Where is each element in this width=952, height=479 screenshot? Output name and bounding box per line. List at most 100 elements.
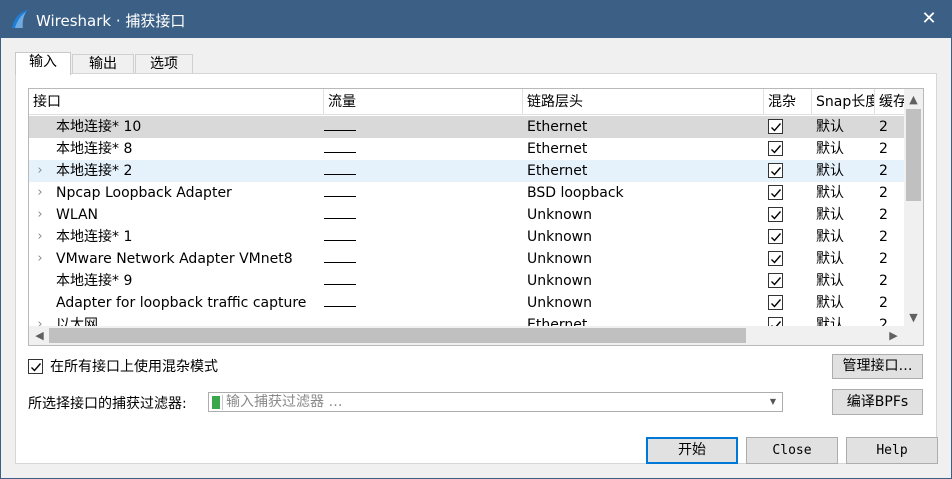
promiscuous-all-checkbox[interactable] bbox=[28, 359, 43, 374]
compile-bpfs-button[interactable]: 编译BPFs bbox=[832, 389, 923, 415]
checkmark-icon bbox=[771, 211, 782, 220]
traffic-sparkline bbox=[324, 240, 356, 241]
close-icon[interactable]: ✕ bbox=[906, 0, 952, 38]
promiscuous-checkbox[interactable] bbox=[768, 119, 783, 134]
interface-name: WLAN bbox=[56, 207, 99, 223]
buffer-value: 2 bbox=[879, 185, 888, 201]
checkmark-icon bbox=[771, 233, 782, 242]
link-layer-header: Ethernet bbox=[527, 119, 588, 135]
scroll-left-icon[interactable]: ◀ bbox=[31, 326, 48, 345]
capture-filter-label: 所选择接口的捕获过滤器: bbox=[28, 396, 187, 412]
promiscuous-checkbox[interactable] bbox=[768, 229, 783, 244]
link-layer-header: Unknown bbox=[527, 229, 592, 245]
start-button[interactable]: 开始 bbox=[646, 437, 738, 464]
checkmark-icon bbox=[771, 299, 782, 308]
link-layer-header: BSD loopback bbox=[527, 185, 624, 201]
checkmark-icon bbox=[31, 363, 42, 372]
snaplen-value: 默认 bbox=[816, 207, 844, 223]
input-tab-panel: 接口 流量 链路层头 混杂 Snap长度 缓存 本地连接* 10 Ethernet… bbox=[15, 73, 937, 464]
expand-chevron-icon[interactable]: › bbox=[34, 248, 46, 270]
interface-name: 本地连接* 9 bbox=[56, 273, 133, 289]
checkmark-icon bbox=[771, 189, 782, 198]
capture-filter-combobox[interactable]: ▼ bbox=[208, 392, 783, 412]
interface-tree[interactable]: 接口 流量 链路层头 混杂 Snap长度 缓存 本地连接* 10 Ethernet… bbox=[28, 88, 924, 346]
traffic-sparkline bbox=[324, 196, 356, 197]
promiscuous-checkbox[interactable] bbox=[768, 251, 783, 266]
promiscuous-checkbox[interactable] bbox=[768, 295, 783, 310]
scroll-down-icon[interactable]: ▼ bbox=[904, 309, 923, 326]
promiscuous-checkbox[interactable] bbox=[768, 273, 783, 288]
checkmark-icon bbox=[771, 123, 782, 132]
column-header-buffer[interactable]: 缓存 bbox=[875, 89, 905, 115]
manage-interfaces-button[interactable]: 管理接口… bbox=[832, 354, 923, 379]
checkmark-icon bbox=[771, 167, 782, 176]
snaplen-value: 默认 bbox=[816, 163, 844, 179]
link-layer-header: Ethernet bbox=[527, 141, 588, 157]
interface-row[interactable]: 本地连接* 9 Unknown 默认 2 bbox=[29, 270, 904, 292]
interface-row[interactable]: › 本地连接* 2 Ethernet 默认 2 bbox=[29, 160, 904, 182]
expand-chevron-icon[interactable]: › bbox=[34, 204, 46, 226]
snaplen-value: 默认 bbox=[816, 185, 844, 201]
traffic-sparkline bbox=[324, 152, 356, 153]
buffer-value: 2 bbox=[879, 119, 888, 135]
interface-name: 本地连接* 10 bbox=[56, 119, 142, 135]
snaplen-value: 默认 bbox=[816, 141, 844, 157]
expand-chevron-icon[interactable]: › bbox=[34, 182, 46, 204]
link-layer-header: Ethernet bbox=[527, 163, 588, 179]
interface-row[interactable]: › WLAN Unknown 默认 2 bbox=[29, 204, 904, 226]
snaplen-value: 默认 bbox=[816, 273, 844, 289]
tab-output[interactable]: 输出 bbox=[72, 54, 134, 74]
scroll-right-icon[interactable]: ▶ bbox=[885, 326, 902, 345]
interface-row[interactable]: 本地连接* 10 Ethernet 默认 2 bbox=[29, 116, 904, 138]
vertical-scroll-thumb[interactable] bbox=[906, 109, 921, 201]
interface-row[interactable]: Adapter for loopback traffic capture Unkn… bbox=[29, 292, 904, 314]
scroll-up-icon[interactable]: ▲ bbox=[904, 91, 923, 108]
title-bar: Wireshark · 捕获接口 ✕ bbox=[0, 0, 952, 38]
promiscuous-checkbox[interactable] bbox=[768, 163, 783, 178]
combo-separator bbox=[222, 395, 223, 410]
help-button[interactable]: Help bbox=[846, 437, 938, 464]
expand-chevron-icon[interactable]: › bbox=[34, 226, 46, 248]
close-button[interactable]: Close bbox=[746, 437, 838, 464]
interface-row[interactable]: › Npcap Loopback Adapter BSD loopback 默认 2 bbox=[29, 182, 904, 204]
promiscuous-checkbox[interactable] bbox=[768, 185, 783, 200]
link-layer-header: Unknown bbox=[527, 251, 592, 267]
expand-chevron-icon[interactable]: › bbox=[34, 160, 46, 182]
column-header-interface[interactable]: 接口 bbox=[29, 89, 324, 115]
tab-options[interactable]: 选项 bbox=[135, 54, 193, 74]
snaplen-value: 默认 bbox=[816, 229, 844, 245]
promiscuous-checkbox[interactable] bbox=[768, 207, 783, 222]
snaplen-value: 默认 bbox=[816, 251, 844, 267]
horizontal-scroll-thumb[interactable] bbox=[49, 328, 746, 343]
traffic-sparkline bbox=[324, 174, 356, 175]
combo-dropdown-arrow-icon[interactable]: ▼ bbox=[766, 393, 780, 411]
interface-name: VMware Network Adapter VMnet8 bbox=[56, 251, 293, 267]
promiscuous-all-label: 在所有接口上使用混杂模式 bbox=[50, 359, 218, 375]
interface-row[interactable]: 本地连接* 8 Ethernet 默认 2 bbox=[29, 138, 904, 160]
checkmark-icon bbox=[771, 255, 782, 264]
interface-row[interactable]: › VMware Network Adapter VMnet8 Unknown 默认 2 bbox=[29, 248, 904, 270]
interface-name: 本地连接* 1 bbox=[56, 229, 133, 245]
column-header-link-layer[interactable]: 链路层头 bbox=[523, 89, 764, 115]
buffer-value: 2 bbox=[879, 207, 888, 223]
capture-filter-input[interactable] bbox=[226, 394, 756, 410]
buffer-value: 2 bbox=[879, 163, 888, 179]
scroll-corner bbox=[904, 326, 923, 345]
promiscuous-checkbox[interactable] bbox=[768, 141, 783, 156]
column-header-traffic[interactable]: 流量 bbox=[324, 89, 523, 115]
snaplen-value: 默认 bbox=[816, 119, 844, 135]
traffic-sparkline bbox=[324, 306, 356, 307]
link-layer-header: Unknown bbox=[527, 273, 592, 289]
bookmark-icon[interactable] bbox=[212, 396, 220, 409]
column-header-promiscuous[interactable]: 混杂 bbox=[764, 89, 812, 115]
horizontal-scrollbar[interactable]: ◀ ▶ bbox=[29, 326, 904, 345]
buffer-value: 2 bbox=[879, 229, 888, 245]
checkmark-icon bbox=[771, 145, 782, 154]
interface-row[interactable]: › 本地连接* 1 Unknown 默认 2 bbox=[29, 226, 904, 248]
snaplen-value: 默认 bbox=[816, 295, 844, 311]
vertical-scrollbar[interactable]: ▲ ▼ bbox=[904, 89, 923, 328]
column-header-snaplen[interactable]: Snap长度 bbox=[812, 89, 875, 115]
tab-input[interactable]: 输入 bbox=[15, 52, 71, 75]
traffic-sparkline bbox=[324, 284, 356, 285]
link-layer-header: Unknown bbox=[527, 207, 592, 223]
